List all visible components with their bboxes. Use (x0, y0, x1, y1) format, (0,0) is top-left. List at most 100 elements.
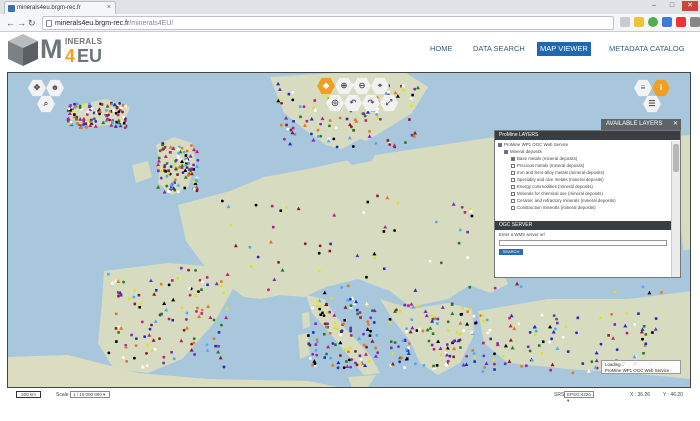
deposit-marker[interactable] (548, 340, 551, 344)
deposit-marker[interactable] (470, 331, 474, 334)
deposit-marker[interactable] (309, 357, 312, 360)
deposit-marker[interactable] (362, 211, 366, 214)
deposit-marker[interactable] (359, 316, 362, 319)
deposit-marker[interactable] (220, 280, 223, 283)
deposit-marker[interactable] (78, 106, 82, 109)
deposit-marker[interactable] (369, 316, 373, 320)
deposit-marker[interactable] (313, 362, 317, 366)
deposit-marker[interactable] (163, 146, 167, 149)
deposit-marker[interactable] (229, 223, 233, 227)
srs-select[interactable]: EPSG:4326 ▾ (564, 391, 594, 403)
deposit-marker[interactable] (496, 342, 499, 345)
deposit-marker[interactable] (409, 97, 413, 101)
checkbox-icon[interactable] (511, 205, 515, 210)
deposit-marker[interactable] (311, 331, 315, 334)
deposit-marker[interactable] (319, 122, 323, 126)
deposit-marker[interactable] (318, 244, 322, 248)
deposit-marker[interactable] (323, 356, 326, 359)
deposit-marker[interactable] (375, 113, 379, 116)
deposit-marker[interactable] (354, 361, 357, 365)
deposit-marker[interactable] (459, 313, 463, 316)
deposit-marker[interactable] (410, 104, 413, 107)
deposit-marker[interactable] (581, 362, 585, 365)
deposit-marker[interactable] (314, 322, 317, 326)
deposit-marker[interactable] (333, 321, 337, 325)
deposit-marker[interactable] (192, 163, 195, 167)
deposit-marker[interactable] (633, 322, 637, 326)
nav-metadata-catalog[interactable]: METADATA CATALOG (606, 42, 688, 56)
deposit-marker[interactable] (286, 127, 290, 131)
deposit-marker[interactable] (311, 363, 315, 367)
deposit-marker[interactable] (157, 169, 160, 173)
available-layers-header[interactable]: AVAILABLE LAYERS ✕ (601, 119, 681, 130)
deposit-marker[interactable] (148, 327, 152, 331)
deposit-marker[interactable] (319, 134, 323, 138)
deposit-marker[interactable] (403, 366, 407, 370)
deposit-marker[interactable] (112, 109, 115, 112)
deposit-marker[interactable] (328, 310, 331, 314)
deposit-marker[interactable] (405, 330, 409, 333)
deposit-marker[interactable] (137, 293, 141, 297)
deposit-marker[interactable] (164, 170, 168, 173)
deposit-marker[interactable] (195, 188, 199, 192)
deposit-marker[interactable] (122, 115, 125, 119)
deposit-marker[interactable] (153, 348, 157, 351)
browser-tab[interactable]: minerals4eu.brgm-rec.fr × (4, 1, 116, 14)
deposit-marker[interactable] (174, 167, 178, 171)
deposit-marker[interactable] (160, 312, 163, 316)
deposit-marker[interactable] (525, 364, 528, 368)
deposit-marker[interactable] (472, 352, 476, 355)
deposit-marker[interactable] (307, 334, 310, 337)
deposit-marker[interactable] (322, 314, 326, 318)
minerals4eu-logo[interactable]: M INERALS 4 EU (7, 32, 119, 68)
deposit-marker[interactable] (349, 326, 353, 330)
deposit-marker[interactable] (316, 128, 320, 132)
deposit-marker[interactable] (369, 329, 373, 333)
deposit-marker[interactable] (336, 366, 340, 370)
deposit-marker[interactable] (354, 349, 357, 353)
deposit-marker[interactable] (291, 98, 295, 102)
deposit-marker[interactable] (312, 106, 315, 110)
deposit-marker[interactable] (124, 104, 128, 108)
deposit-marker[interactable] (325, 302, 328, 306)
deposit-marker[interactable] (349, 334, 353, 337)
deposit-marker[interactable] (140, 302, 144, 305)
checkbox-icon[interactable] (511, 184, 515, 189)
deposit-marker[interactable] (334, 343, 337, 347)
deposit-marker[interactable] (642, 351, 645, 355)
deposit-marker[interactable] (108, 109, 112, 113)
deposit-marker[interactable] (660, 291, 663, 294)
deposit-marker[interactable] (100, 103, 104, 106)
deposit-marker[interactable] (192, 187, 196, 191)
deposit-marker[interactable] (402, 88, 405, 92)
deposit-marker[interactable] (323, 322, 327, 326)
deposit-marker[interactable] (298, 105, 302, 108)
deposit-marker[interactable] (121, 104, 125, 107)
deposit-marker[interactable] (463, 211, 467, 214)
deposit-marker[interactable] (115, 106, 119, 110)
deposit-marker[interactable] (180, 266, 183, 270)
deposit-marker[interactable] (346, 298, 349, 302)
deposit-marker[interactable] (528, 349, 532, 353)
deposit-marker[interactable] (338, 354, 342, 357)
deposit-marker[interactable] (163, 165, 166, 169)
deposit-marker[interactable] (407, 342, 411, 345)
deposit-marker[interactable] (576, 316, 580, 320)
deposit-marker[interactable] (188, 293, 192, 297)
deposit-marker[interactable] (205, 275, 209, 279)
deposit-marker[interactable] (107, 272, 110, 276)
deposit-marker[interactable] (165, 174, 169, 178)
deposit-marker[interactable] (528, 330, 532, 334)
menu-icon[interactable] (690, 17, 700, 27)
layers-scrollbar[interactable] (671, 141, 680, 277)
deposit-marker[interactable] (533, 333, 537, 337)
deposit-marker[interactable] (364, 119, 368, 122)
deposit-marker[interactable] (366, 320, 369, 324)
layer-item[interactable]: Precious metals (mineral deposits) (511, 162, 584, 169)
deposit-marker[interactable] (279, 123, 283, 127)
deposit-marker[interactable] (67, 118, 70, 121)
deposit-marker[interactable] (98, 112, 102, 116)
deposit-marker[interactable] (434, 220, 438, 224)
deposit-marker[interactable] (435, 364, 439, 367)
deposit-marker[interactable] (271, 225, 275, 229)
